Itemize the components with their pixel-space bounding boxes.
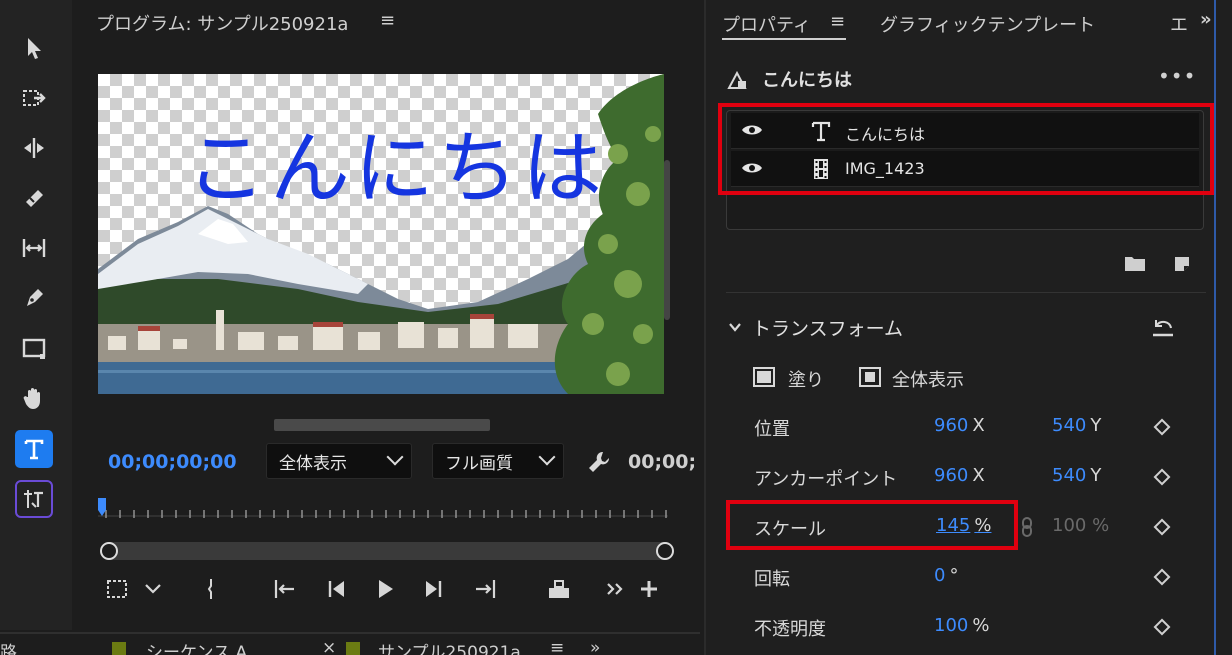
track-select-tool-icon[interactable] (14, 78, 54, 118)
sequence-color-swatch (112, 642, 126, 655)
fit-frame-icon[interactable] (858, 366, 882, 388)
keyframe-diamond-icon[interactable] (1153, 468, 1171, 486)
duration-timecode: 00;00; (628, 451, 697, 473)
anchor-y-value[interactable]: 540 Y (1052, 465, 1101, 486)
step-forward-icon[interactable] (420, 576, 446, 602)
tab-truncated[interactable]: エ (1170, 11, 1188, 37)
tab-path[interactable]: 路 (0, 638, 17, 655)
transport-controls (98, 574, 678, 606)
tools-panel (0, 0, 72, 630)
export-frame-icon[interactable] (546, 576, 572, 602)
properties-panel: プロパティ ≡ グラフィックテンプレート エ » こんにちは ••• こんにちは… (704, 0, 1232, 655)
folder-icon[interactable] (1124, 254, 1146, 272)
panel-menu-icon[interactable]: ≡ (380, 10, 395, 31)
pen-tool-icon[interactable] (14, 278, 54, 318)
keyframe-diamond-icon[interactable] (1153, 418, 1171, 436)
link-icon[interactable] (1020, 516, 1034, 538)
video-preview[interactable]: こんにちは (98, 74, 664, 394)
marker-icon[interactable] (198, 576, 224, 602)
position-label: 位置 (754, 419, 790, 440)
keyframe-diamond-icon[interactable] (1153, 568, 1171, 586)
selected-clip-name: こんにちは (762, 70, 852, 91)
chevron-down-icon (386, 448, 404, 466)
highlight-box (726, 500, 1018, 550)
title-text-overlay[interactable]: こんにちは (186, 104, 606, 220)
program-monitor-title[interactable]: プログラム: サンプル250921a (96, 10, 348, 36)
step-back-icon[interactable] (324, 576, 350, 602)
go-to-in-icon[interactable] (272, 576, 298, 602)
razor-tool-icon[interactable] (14, 178, 54, 218)
divider (726, 292, 1206, 293)
keyframe-diamond-icon[interactable] (1153, 518, 1171, 536)
opacity-label: 不透明度 (754, 619, 826, 640)
fill-label[interactable]: 塗り (788, 366, 824, 392)
playback-quality-value: フル画質 (445, 453, 513, 474)
rectangle-tool-icon[interactable] (14, 328, 54, 368)
zoom-level-select[interactable]: 全体表示 (266, 443, 412, 479)
selection-tool-icon[interactable] (14, 28, 54, 68)
text-adjust-tool-icon[interactable] (15, 480, 53, 518)
go-to-out-icon[interactable] (472, 576, 498, 602)
zoom-scroll-bar[interactable] (100, 542, 674, 560)
tab-menu-icon[interactable]: ≡ (550, 638, 564, 655)
chevron-down-icon[interactable] (140, 576, 166, 602)
position-y-value[interactable]: 540 Y (1052, 415, 1101, 436)
type-tool-icon[interactable] (15, 430, 53, 468)
monitor-vertical-scrollbar[interactable] (664, 160, 670, 320)
fill-frame-icon[interactable] (752, 366, 776, 388)
ripple-edit-tool-icon[interactable] (14, 128, 54, 168)
monitor-horizontal-scrollbar[interactable] (274, 419, 490, 431)
panel-overflow-icon[interactable]: » (1200, 9, 1212, 30)
chevron-down-icon (538, 448, 556, 466)
tab-properties[interactable]: プロパティ (722, 11, 811, 37)
rotation-label: 回転 (754, 569, 790, 590)
tab-graphic-templates[interactable]: グラフィックテンプレート (880, 11, 1095, 37)
keyframe-diamond-icon[interactable] (1153, 618, 1171, 636)
chevron-down-icon[interactable] (728, 320, 742, 334)
more-options-icon[interactable]: ••• (1158, 64, 1196, 88)
position-x-value[interactable]: 960 X (934, 415, 985, 436)
tab-overflow-icon[interactable]: » (590, 638, 600, 655)
slip-tool-icon[interactable] (14, 228, 54, 268)
zoom-level-value: 全体表示 (279, 453, 347, 474)
active-tab-indicator (722, 38, 846, 40)
tab-sequence-a[interactable]: シーケンス A (146, 638, 247, 655)
anchor-point-label: アンカーポイント (754, 469, 898, 490)
more-controls-icon[interactable] (602, 576, 628, 602)
mark-in-icon[interactable] (104, 576, 130, 602)
tab-sample-sequence[interactable]: サンプル250921a (378, 638, 521, 655)
rotation-value[interactable]: 0 ° (934, 565, 958, 586)
zoom-scroll-end-handle[interactable] (656, 542, 674, 560)
time-ruler[interactable] (98, 498, 668, 522)
scale-linked-value: 100 % (1052, 515, 1110, 536)
fit-label[interactable]: 全体表示 (892, 366, 964, 392)
new-layer-icon[interactable] (1172, 254, 1192, 274)
program-monitor: プログラム: サンプル250921a ≡ こんにちは 00;00;00;00 全… (76, 0, 696, 630)
playback-quality-select[interactable]: フル画質 (432, 443, 564, 479)
sequence-color-swatch (346, 642, 360, 655)
panel-edge-highlight (1214, 0, 1216, 655)
playhead-timecode[interactable]: 00;00;00;00 (108, 451, 237, 473)
anchor-x-value[interactable]: 960 X (934, 465, 985, 486)
playhead-marker[interactable] (98, 498, 106, 516)
transform-section-title[interactable]: トランスフォーム (752, 314, 903, 341)
wrench-icon[interactable] (586, 449, 612, 475)
hand-tool-icon[interactable] (14, 378, 54, 418)
highlight-box (718, 103, 1214, 195)
reset-icon[interactable] (1150, 316, 1176, 338)
zoom-scroll-start-handle[interactable] (100, 542, 118, 560)
tab-menu-icon[interactable]: ≡ (830, 11, 845, 32)
add-button-icon[interactable] (636, 576, 662, 602)
close-tab-icon[interactable]: × (322, 638, 336, 655)
bottom-tab-bar: 路 シーケンス A × サンプル250921a ≡ » (0, 632, 700, 655)
opacity-value[interactable]: 100% (934, 615, 989, 636)
graphic-clip-icon (727, 70, 747, 89)
play-icon[interactable] (372, 576, 398, 602)
